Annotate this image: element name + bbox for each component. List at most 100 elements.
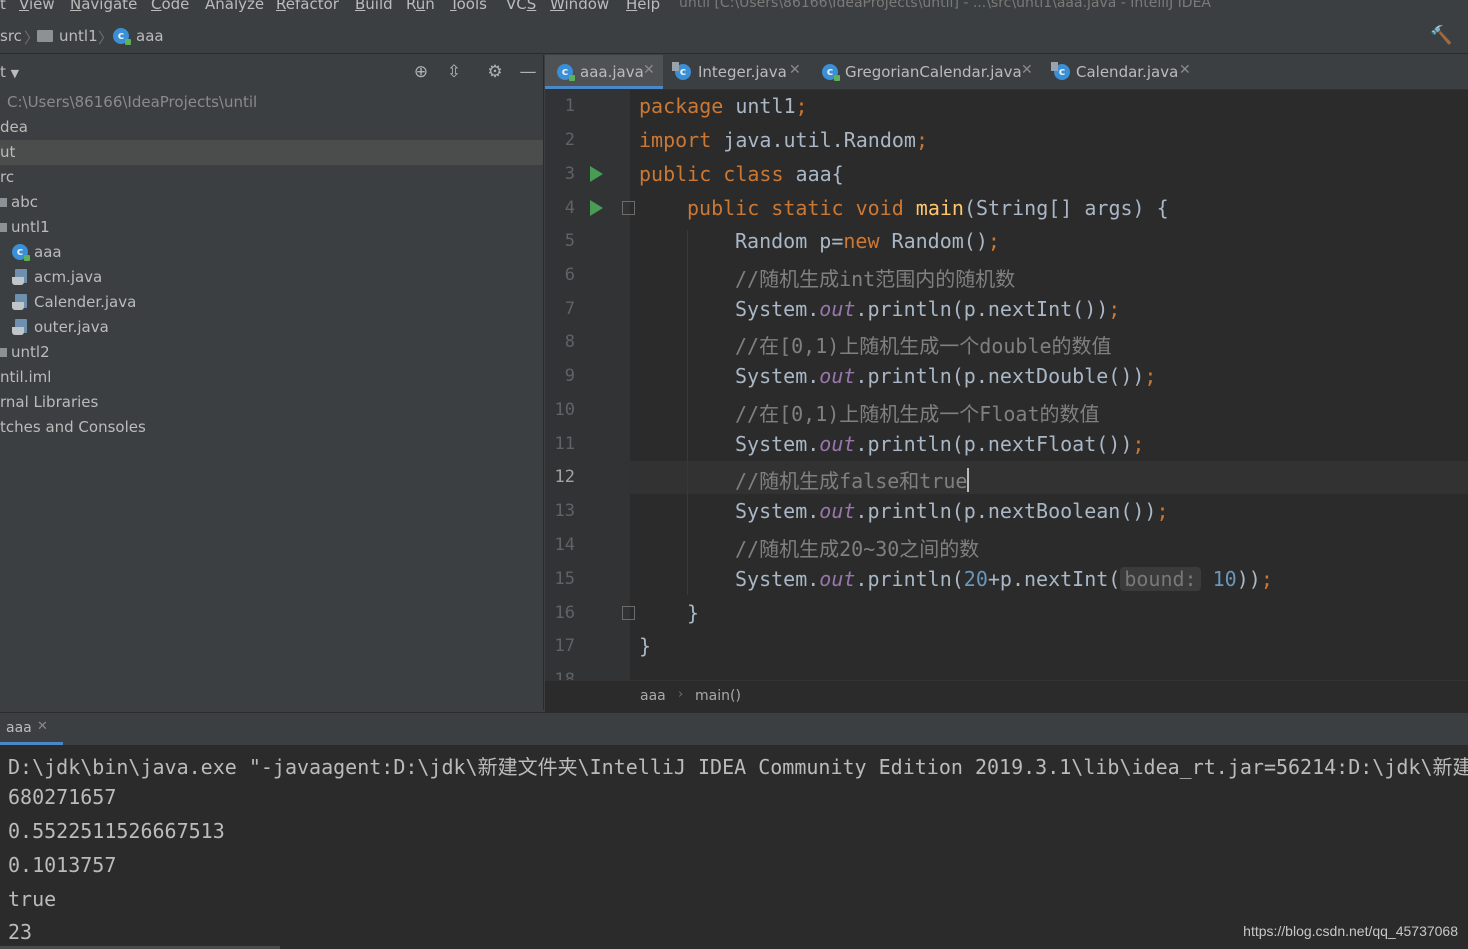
dropdown-arrow-icon: ▼ xyxy=(10,67,20,80)
menu-item-build[interactable]: Build xyxy=(355,0,393,13)
code-line-11: System.out.println(p.nextFloat()); xyxy=(735,432,1145,456)
code-line-10: //在[0,1)上随机生成一个Float的数值 xyxy=(735,402,1100,426)
line-number: 14 xyxy=(554,535,575,555)
tab-gregoriancalendar-java[interactable]: c GregorianCalendar.java ✕ xyxy=(810,55,1040,89)
code-line-12: //随机生成false和true xyxy=(735,468,970,493)
text-caret xyxy=(967,468,970,492)
tree-item-package-untl2[interactable]: untl2 xyxy=(0,340,543,365)
editor-tab-bar: c aaa.java ✕ c Integer.java ✕ c Gregoria… xyxy=(545,55,1468,90)
tree-item-idea[interactable]: dea xyxy=(0,115,543,140)
code-line-3: public class aaa{ xyxy=(639,162,844,186)
code-line-1: package untl1; xyxy=(639,94,808,118)
line-number: 5 xyxy=(564,231,575,251)
breadcrumb-method[interactable]: main() xyxy=(695,688,741,704)
tree-item-acm-java[interactable]: acm.java xyxy=(0,265,543,290)
collapse-all-icon[interactable]: ⇳ xyxy=(443,61,465,83)
menu-item-analyze[interactable]: Analyze xyxy=(205,0,264,13)
tree-item-class-aaa[interactable]: c aaa xyxy=(0,240,543,265)
breadcrumb-package[interactable]: untl1 xyxy=(59,27,98,45)
menu-item-tool[interactable]: t xyxy=(0,0,6,13)
close-icon[interactable]: ✕ xyxy=(789,62,801,78)
line-number: 6 xyxy=(564,265,575,285)
code-line-16: } xyxy=(687,601,700,625)
indent-guide xyxy=(687,230,688,595)
code-line-14: //随机生成20~30之间的数 xyxy=(735,537,980,561)
menu-item-help[interactable]: Help xyxy=(626,0,660,13)
close-icon[interactable]: ✕ xyxy=(1021,62,1033,78)
package-icon xyxy=(0,198,7,207)
tree-item-iml[interactable]: ntil.iml xyxy=(0,365,543,390)
minimize-icon[interactable]: — xyxy=(517,61,539,83)
menu-item-navigate[interactable]: Navigate xyxy=(70,0,137,13)
code-editor[interactable]: 1 2 3 4 5 6 7 8 9 10 11 12 13 14 15 16 1… xyxy=(545,90,1468,680)
close-icon[interactable]: ✕ xyxy=(643,62,655,78)
locate-target-icon[interactable]: ⊕ xyxy=(410,61,432,83)
code-line-17: } xyxy=(639,634,652,658)
watermark-text: https://blog.csdn.net/qq_45737068 xyxy=(1243,923,1458,939)
line-number: 1 xyxy=(564,96,575,116)
menu-item-refactor[interactable]: Refactor xyxy=(276,0,339,13)
menu-item-run[interactable]: Run xyxy=(406,0,435,13)
menu-item-vcs[interactable]: VCS xyxy=(506,0,536,13)
menu-item-tools[interactable]: Tools xyxy=(450,0,487,13)
console-command-line: D:\jdk\bin\java.exe "-javaagent:D:\jdk\新… xyxy=(8,755,1468,779)
code-line-2: import java.util.Random; xyxy=(639,128,928,152)
menu-item-code[interactable]: Code xyxy=(151,0,189,13)
code-line-9: System.out.println(p.nextDouble()); xyxy=(735,364,1157,388)
console-output-line: 0.1013757 xyxy=(8,853,117,877)
line-number: 15 xyxy=(554,569,575,589)
menu-item-view[interactable]: View xyxy=(19,0,55,13)
close-icon[interactable]: ✕ xyxy=(37,719,48,734)
breadcrumb-class[interactable]: aaa xyxy=(136,27,164,45)
tree-item-package-abc[interactable]: abc xyxy=(0,190,543,215)
tree-item-external-libraries[interactable]: rnal Libraries xyxy=(0,390,543,415)
console-output-line: 0.5522511526667513 xyxy=(8,819,225,843)
tree-item-outer-java[interactable]: outer.java xyxy=(0,315,543,340)
tab-integer-java[interactable]: c Integer.java ✕ xyxy=(663,55,810,89)
build-hammer-icon[interactable]: 🔨 xyxy=(1430,25,1452,47)
project-view-selector[interactable]: t ▼ xyxy=(0,63,19,81)
breadcrumb-class[interactable]: aaa xyxy=(640,688,666,704)
java-file-icon xyxy=(12,269,28,286)
gear-icon[interactable]: ⚙ xyxy=(484,61,506,83)
tab-calendar-java[interactable]: c Calendar.java ✕ xyxy=(1040,55,1200,89)
run-class-icon[interactable] xyxy=(590,166,603,182)
run-tab-aaa[interactable]: aaa ✕ xyxy=(0,713,63,745)
java-class-icon: c xyxy=(113,28,131,45)
run-tool-window-tabs: aaa ✕ xyxy=(0,712,1468,745)
line-number: 8 xyxy=(564,332,575,352)
code-line-6: //随机生成int范围内的随机数 xyxy=(735,267,1016,291)
run-main-icon[interactable] xyxy=(590,200,603,216)
tree-item-scratches[interactable]: tches and Consoles xyxy=(0,415,543,440)
package-icon xyxy=(0,223,7,232)
code-line-8: //在[0,1)上随机生成一个double的数值 xyxy=(735,334,1112,358)
line-number-current: 12 xyxy=(554,467,575,487)
line-number: 18 xyxy=(554,670,575,680)
parameter-hint: bound: xyxy=(1120,567,1201,591)
code-line-5: Random p=new Random(); xyxy=(735,229,1000,253)
project-panel: t ▼ ⊕ ⇳ ⚙ — C:\Users\86166\IdeaProjects\… xyxy=(0,55,544,710)
fold-icon[interactable] xyxy=(622,606,635,620)
tree-item-package-untl1[interactable]: untl1 xyxy=(0,215,543,240)
tree-item-calender-java[interactable]: Calender.java xyxy=(0,290,543,315)
java-file-icon xyxy=(12,294,28,311)
chevron-right-icon: 〉 xyxy=(98,29,114,47)
code-line-15: System.out.println(20+p.nextInt(bound: 1… xyxy=(735,567,1273,591)
fold-icon[interactable] xyxy=(622,201,635,215)
tree-item-project-path[interactable]: C:\Users\86166\IdeaProjects\until xyxy=(0,90,543,115)
line-number: 11 xyxy=(554,434,575,454)
java-class-icon: c xyxy=(557,64,575,81)
run-console[interactable]: D:\jdk\bin\java.exe "-javaagent:D:\jdk\新… xyxy=(0,745,1468,949)
library-class-icon: c xyxy=(672,62,691,80)
navigation-bar: src 〉 untl1 〉 c aaa xyxy=(0,20,1468,54)
breadcrumb-src[interactable]: src xyxy=(0,27,22,45)
close-icon[interactable]: ✕ xyxy=(1179,62,1191,78)
menu-item-window[interactable]: Window xyxy=(550,0,609,13)
package-folder-icon xyxy=(37,30,53,42)
tree-item-src[interactable]: rc xyxy=(0,165,543,190)
tree-item-out[interactable]: ut xyxy=(0,140,543,165)
line-number: 10 xyxy=(554,400,575,420)
chevron-right-icon: › xyxy=(678,687,684,702)
java-class-icon: c xyxy=(12,244,30,261)
tab-aaa-java[interactable]: c aaa.java ✕ xyxy=(545,55,663,89)
